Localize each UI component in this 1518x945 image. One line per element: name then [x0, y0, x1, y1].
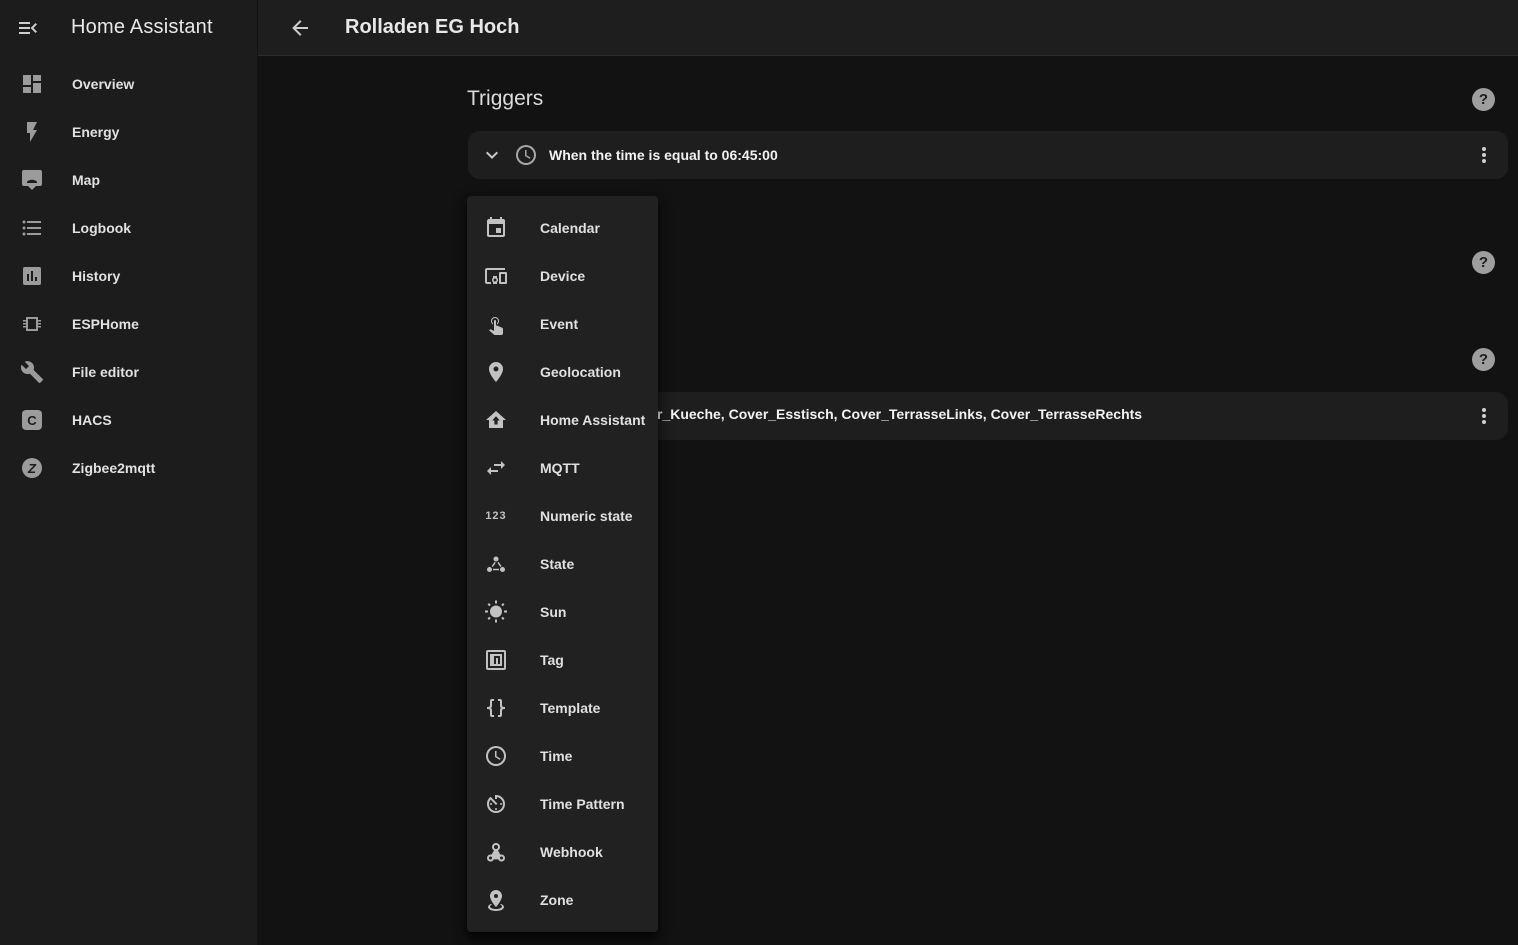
wrench-icon [20, 360, 44, 384]
format-list-bulleted-icon [20, 216, 44, 240]
menu-item-state[interactable]: State [467, 540, 658, 588]
sidebar-item-label: ESPHome [72, 316, 139, 332]
tooltip-account-icon [20, 168, 44, 192]
triggers-heading: Triggers [467, 87, 543, 111]
conditions-help-icon[interactable]: ? [1472, 251, 1495, 274]
menu-item-label: Webhook [540, 844, 603, 860]
state-machine-icon [484, 552, 508, 576]
numeric-123-icon: 123 [484, 504, 508, 528]
menu-item-mqtt[interactable]: MQTT [467, 444, 658, 492]
menu-item-label: Calendar [540, 220, 600, 236]
sidebar-collapse-button[interactable] [16, 16, 40, 40]
action-menu-button[interactable] [1472, 404, 1496, 428]
chip-icon [20, 312, 44, 336]
menu-collapse-icon [16, 16, 40, 40]
sidebar-item-label: Zigbee2mqtt [72, 460, 155, 476]
sidebar: Home Assistant Overview Energy Map Logbo… [0, 0, 258, 945]
map-marker-icon [484, 360, 508, 384]
sidebar-item-label: Logbook [72, 220, 131, 236]
sidebar-item-zigbee2mqtt[interactable]: Z Zigbee2mqtt [0, 444, 257, 492]
menu-item-label: Home Assistant [540, 412, 645, 428]
menu-item-device[interactable]: Device [467, 252, 658, 300]
menu-item-template[interactable]: Template [467, 684, 658, 732]
trigger-card[interactable]: When the time is equal to 06:45:00 [468, 131, 1508, 179]
menu-item-webhook[interactable]: Webhook [467, 828, 658, 876]
menu-item-sun[interactable]: Sun [467, 588, 658, 636]
menu-item-label: Geolocation [540, 364, 621, 380]
dots-vertical-icon [1472, 404, 1496, 428]
devices-icon [484, 264, 508, 288]
chevron-down-icon [480, 143, 504, 167]
code-braces-icon [484, 696, 508, 720]
sidebar-item-label: HACS [72, 412, 112, 428]
sidebar-item-history[interactable]: History [0, 252, 257, 300]
sidebar-item-hacs[interactable]: C HACS [0, 396, 257, 444]
menu-item-label: Event [540, 316, 578, 332]
actions-help-icon[interactable]: ? [1472, 348, 1495, 371]
menu-item-label: Time [540, 748, 572, 764]
clock-outline-icon [484, 744, 508, 768]
swap-horizontal-icon [484, 456, 508, 480]
trigger-type-menu: Calendar Device Event Geolocation Home A… [467, 196, 658, 932]
sidebar-item-label: Overview [72, 76, 134, 92]
sidebar-item-overview[interactable]: Overview [0, 60, 257, 108]
menu-item-label: Zone [540, 892, 573, 908]
appbar: Rolladen EG Hoch [258, 0, 1518, 56]
expand-toggle-button[interactable] [480, 143, 504, 167]
menu-item-calendar[interactable]: Calendar [467, 204, 658, 252]
sidebar-item-label: File editor [72, 364, 139, 380]
dots-vertical-icon [1472, 143, 1496, 167]
menu-item-event[interactable]: Event [467, 300, 658, 348]
menu-item-time[interactable]: Time [467, 732, 658, 780]
action-summary: r_Kueche, Cover_Esstisch, Cover_Terrasse… [657, 406, 1142, 422]
menu-item-tag[interactable]: Tag [467, 636, 658, 684]
chart-box-icon [20, 264, 44, 288]
back-button[interactable] [288, 16, 312, 40]
gesture-tap-icon [484, 312, 508, 336]
triggers-help-icon[interactable]: ? [1472, 88, 1495, 111]
sidebar-item-logbook[interactable]: Logbook [0, 204, 257, 252]
menu-item-zone[interactable]: Zone [467, 876, 658, 924]
menu-item-label: Sun [540, 604, 566, 620]
nfc-tag-icon [484, 648, 508, 672]
sidebar-item-map[interactable]: Map [0, 156, 257, 204]
sidebar-item-label: Energy [72, 124, 119, 140]
sidebar-item-label: Map [72, 172, 100, 188]
clock-icon [514, 143, 538, 167]
sidebar-header: Home Assistant [0, 0, 257, 56]
sidebar-item-label: History [72, 268, 120, 284]
calendar-icon [484, 216, 508, 240]
menu-item-home-assistant[interactable]: Home Assistant [467, 396, 658, 444]
menu-item-label: Tag [540, 652, 564, 668]
arrow-left-icon [288, 16, 312, 40]
app-title: Home Assistant [71, 16, 213, 39]
home-assistant-window: Home Assistant Overview Energy Map Logbo… [0, 0, 1518, 945]
sidebar-nav: Overview Energy Map Logbook History ESPH… [0, 56, 257, 492]
menu-item-label: MQTT [540, 460, 580, 476]
trigger-menu-button[interactable] [1472, 143, 1496, 167]
sidebar-item-file-editor[interactable]: File editor [0, 348, 257, 396]
menu-item-label: Template [540, 700, 600, 716]
page-title: Rolladen EG Hoch [345, 16, 519, 39]
sidebar-item-energy[interactable]: Energy [0, 108, 257, 156]
menu-item-geolocation[interactable]: Geolocation [467, 348, 658, 396]
sun-icon [484, 600, 508, 624]
trigger-summary: When the time is equal to 06:45:00 [549, 147, 778, 163]
flash-icon [20, 120, 44, 144]
sidebar-item-esphome[interactable]: ESPHome [0, 300, 257, 348]
map-marker-radius-icon [484, 888, 508, 912]
menu-item-label: Device [540, 268, 585, 284]
menu-item-time-pattern[interactable]: Time Pattern [467, 780, 658, 828]
automation-editor: Triggers ? ? ? When the time is equal to… [258, 57, 1518, 945]
menu-item-label: Time Pattern [540, 796, 625, 812]
timer-icon [484, 792, 508, 816]
menu-item-label: Numeric state [540, 508, 633, 524]
webhook-icon [484, 840, 508, 864]
menu-item-label: State [540, 556, 574, 572]
view-dashboard-icon [20, 72, 44, 96]
menu-item-numeric-state[interactable]: 123 Numeric state [467, 492, 658, 540]
home-assistant-icon [484, 408, 508, 432]
hacs-badge-icon: C [20, 408, 44, 432]
zigbee-badge-icon: Z [20, 456, 44, 480]
